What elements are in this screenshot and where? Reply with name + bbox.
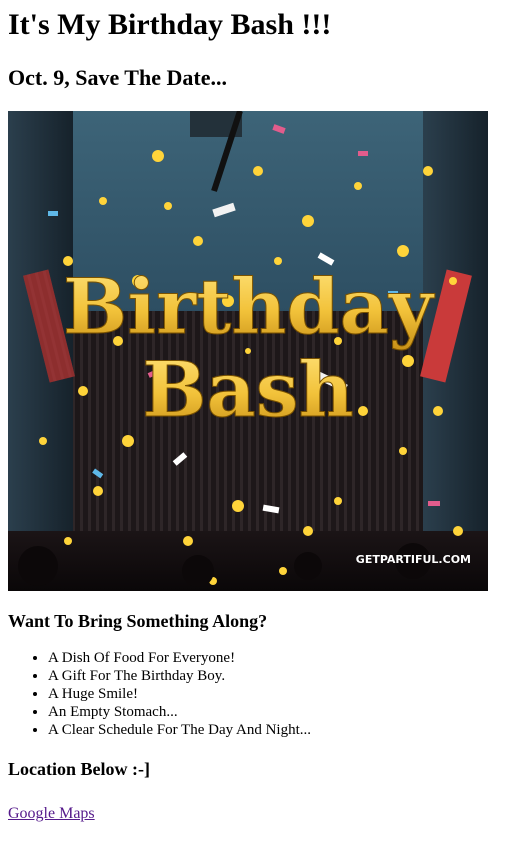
list-item: A Clear Schedule For The Day And Night..… (48, 721, 502, 739)
list-item: A Gift For The Birthday Boy. (48, 667, 502, 685)
save-the-date-heading: Oct. 9, Save The Date... (8, 65, 227, 90)
image-title-line1: Birthday (63, 262, 435, 351)
list-item: A Dish Of Food For Everyone! (48, 649, 502, 667)
birthday-bash-image: Birthday Bash GETPARTIFUL.COM (8, 111, 488, 591)
bring-list: A Dish Of Food For Everyone! A Gift For … (8, 649, 502, 739)
bring-something-heading: Want To Bring Something Along? (8, 611, 268, 631)
page-title: It's My Birthday Bash !!! (8, 8, 332, 41)
page: It's My Birthday Bash !!! Oct. 9, Save T… (0, 0, 510, 850)
image-title-line2: Bash (142, 345, 354, 434)
list-item: An Empty Stomach... (48, 703, 502, 721)
location-heading: Location Below :-] (8, 759, 150, 779)
list-item: A Huge Smile! (48, 685, 502, 703)
google-maps-link[interactable]: Google Maps (8, 805, 95, 823)
watermark: GETPARTIFUL.COM (356, 553, 471, 566)
